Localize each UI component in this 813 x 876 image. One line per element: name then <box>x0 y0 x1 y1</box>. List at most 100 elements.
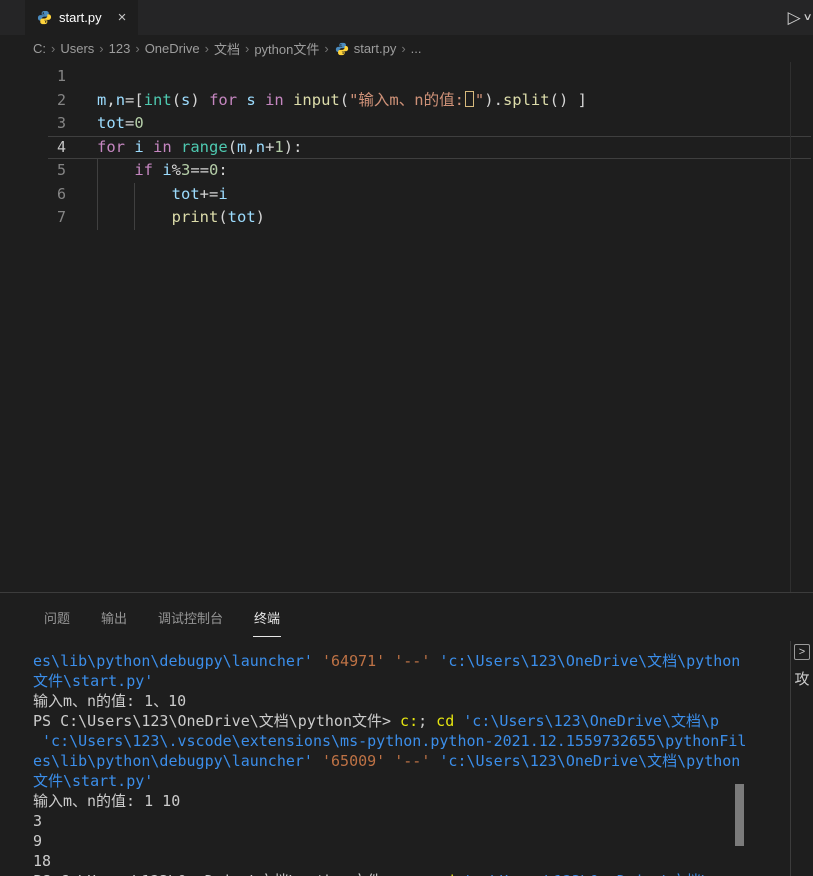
breadcrumb-separator-icon: › <box>204 41 209 56</box>
panel-tab[interactable]: 输出 <box>101 593 127 641</box>
code-editor[interactable]: 1 2 m,n=[int(s) for s in input("输入m、n的值: "… <box>0 62 813 592</box>
run-dropdown-icon[interactable]: ∨ <box>802 12 812 23</box>
text-token: ( <box>339 90 350 109</box>
terminal-line: 18 <box>33 851 790 871</box>
text-token: ( <box>227 137 238 156</box>
terminal-line: PS C:\Users\123\OneDrive\文档\python文件> c:… <box>33 711 790 731</box>
terminal-line: es\lib\python\debugpy\launcher' '64971' … <box>33 651 790 671</box>
code-line[interactable]: 5 if i%3==0: <box>0 159 813 183</box>
indent-guide <box>97 182 98 206</box>
line-number: 5 <box>56 161 66 179</box>
text-token: 'c:\Users\123\OneDrive\文档\python <box>439 652 741 670</box>
text-token: "输入m、n的值: <box>349 90 464 109</box>
terminal-line: 输入m、n的值: 1、10 <box>33 691 790 711</box>
breadcrumb-item[interactable]: 123 <box>109 41 131 56</box>
terminal[interactable]: es\lib\python\debugpy\launcher' '64971' … <box>0 641 790 876</box>
tab-startpy[interactable]: start.py × <box>25 0 139 35</box>
indent-guide <box>97 159 98 183</box>
text-token: es\lib\python\debugpy\launcher' <box>33 752 322 770</box>
terminal-line: 输入m、n的值: 1 10 <box>33 791 790 811</box>
breadcrumb-item[interactable]: python文件 <box>254 39 319 58</box>
text-token: n <box>115 90 126 109</box>
breadcrumb-separator-icon: › <box>401 41 406 56</box>
indent-guide <box>97 206 98 230</box>
code-line[interactable]: 6 tot+=i <box>0 182 813 206</box>
unicode-highlight-box <box>464 90 474 107</box>
text-token: 0 <box>134 114 144 132</box>
terminal-line: 9 <box>33 831 790 851</box>
panel-chevron-icon[interactable]: > <box>794 644 810 660</box>
breadcrumb-item[interactable]: 文档 <box>214 39 240 58</box>
text-token: if <box>134 161 163 179</box>
run-button[interactable]: ▷ <box>788 8 801 28</box>
breadcrumb-separator-icon: › <box>135 41 140 56</box>
breadcrumb-item[interactable]: ... <box>411 41 422 56</box>
text-token: i <box>162 161 172 179</box>
vscode-window: start.py × ▷ ∨ C: › Users › 123 › OneDrive › 文档 ›… <box>0 0 813 876</box>
bottom-panel: 问题 输出 调试控制台 终端 es\lib\python\debugpy\launch… <box>0 592 813 876</box>
text-token: " <box>474 90 485 109</box>
code-line[interactable]: 7 print(tot) <box>0 206 813 230</box>
terminal-line: 3 <box>33 811 790 831</box>
text-token: PS C:\Users\123\OneDrive\文档\python文件> <box>33 872 400 876</box>
code-text: for i in range(m,n+1): <box>66 136 813 160</box>
text-token: ): <box>283 137 303 156</box>
text-token: m <box>97 90 107 109</box>
text-token: in <box>265 90 294 109</box>
text-token: split <box>502 90 550 109</box>
text-token: c: <box>400 712 419 730</box>
terminal-line: 'c:\Users\123\.vscode\extensions\ms-pyth… <box>33 731 790 751</box>
breadcrumb-item[interactable]: OneDrive <box>145 41 200 56</box>
line-number: 4 <box>56 137 66 156</box>
text-token: es\lib\python\debugpy\launcher' <box>33 652 322 670</box>
text-token: '--' <box>394 652 431 670</box>
text-token: PS C:\Users\123\OneDrive\文档\python文件> <box>33 712 401 730</box>
text-token: ( <box>218 208 228 226</box>
code-line[interactable]: 1 <box>0 65 813 89</box>
close-tab-icon[interactable]: × <box>118 10 127 25</box>
panel-tab-bar: 问题 输出 调试控制台 终端 <box>0 593 813 641</box>
text-token: 文件\start.py' <box>33 772 154 790</box>
panel-tab[interactable]: 调试控制台 <box>158 593 223 641</box>
code-line[interactable]: 3 tot=0 <box>0 112 813 136</box>
text-token: for <box>209 90 247 109</box>
text-token: ). <box>484 90 503 109</box>
indent-guide <box>134 182 136 206</box>
breadcrumb-item[interactable]: start.py <box>354 41 397 56</box>
breadcrumb-item[interactable]: Users <box>60 41 94 56</box>
code-line[interactable]: 2 m,n=[int(s) for s in input("输入m、n的值: ")… <box>0 89 813 113</box>
text-token: += <box>199 184 219 203</box>
text-token: in <box>153 137 182 156</box>
code-line[interactable]: 4 for i in range(m,n+1): <box>0 135 813 160</box>
text-token: c: <box>400 872 418 876</box>
text-token: 9 <box>33 832 43 850</box>
text-token: cd <box>436 872 454 876</box>
code-lines: 1 2 m,n=[int(s) for s in input("输入m、n的值: "… <box>0 65 813 230</box>
text-token: 3 <box>33 812 43 830</box>
text-token: m <box>237 137 247 156</box>
text-token: tot <box>97 114 125 132</box>
text-token: '--' <box>394 752 431 770</box>
panel-tab[interactable]: 终端 <box>253 593 282 641</box>
breadcrumb-item[interactable]: C: <box>33 41 46 56</box>
line-number: 2 <box>56 90 66 109</box>
terminal-line: 文件\start.py' <box>33 671 790 691</box>
panel-cjk-icon[interactable]: 攻 <box>794 668 809 689</box>
text-token: : <box>218 161 228 179</box>
text-token: int <box>143 90 172 109</box>
text-token: tot <box>171 184 200 203</box>
line-number: 3 <box>56 114 66 132</box>
text-token: () ] <box>549 90 587 109</box>
terminal-scrollbar[interactable] <box>735 784 744 846</box>
text-token: 0 <box>209 161 219 179</box>
tab-title: start.py <box>59 10 102 25</box>
text-token: tot <box>227 208 256 226</box>
panel-tab[interactable]: 问题 <box>44 593 70 641</box>
code-text: m,n=[int(s) for s in input("输入m、n的值: ").… <box>66 89 813 113</box>
